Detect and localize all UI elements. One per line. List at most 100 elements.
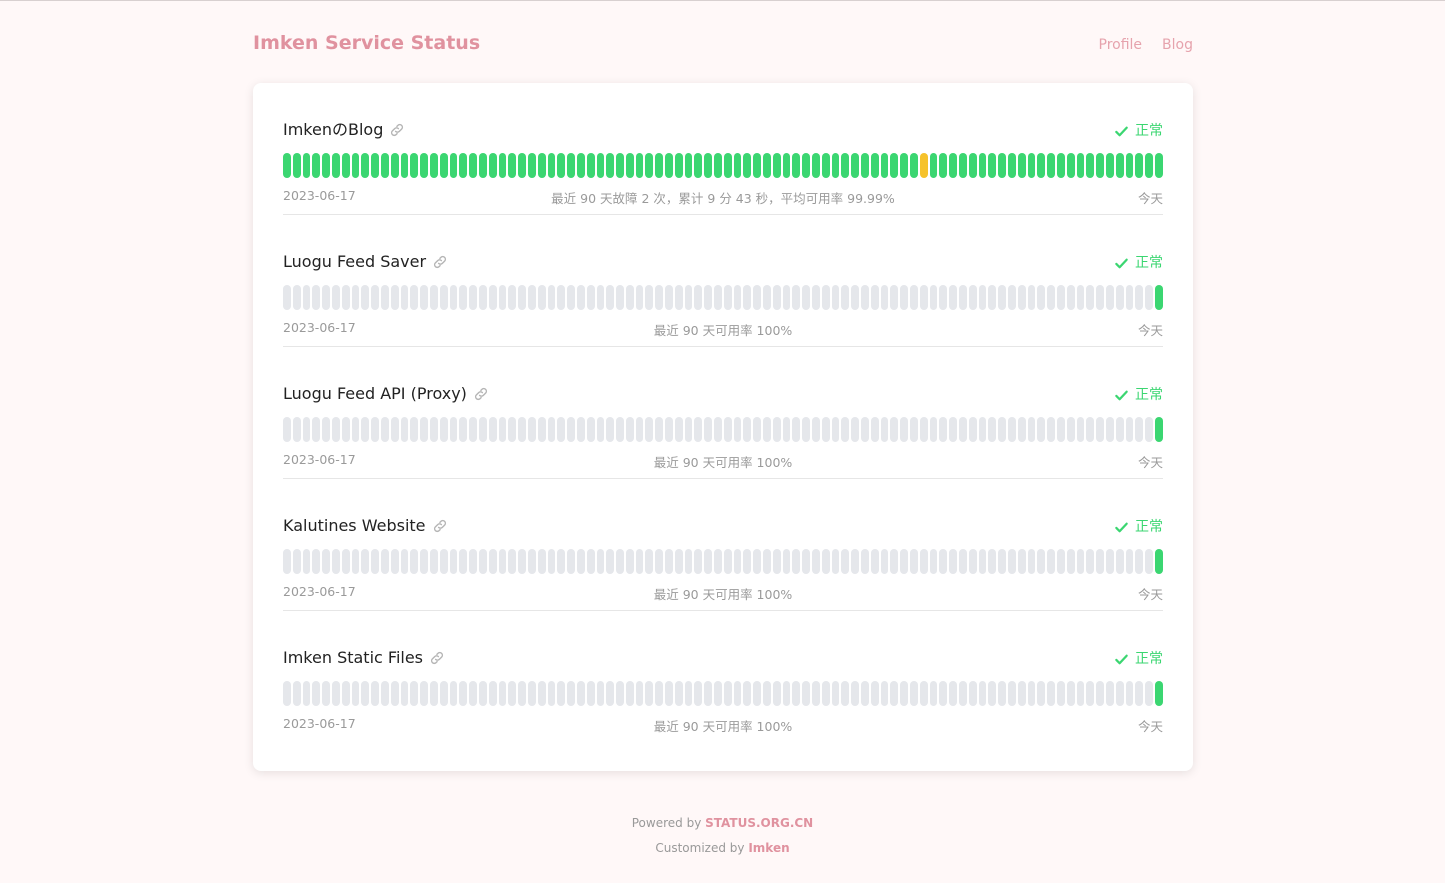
uptime-bar-empty[interactable] — [978, 285, 987, 310]
link-icon[interactable] — [429, 650, 445, 666]
uptime-bar-ok[interactable] — [537, 153, 546, 178]
uptime-bar-empty[interactable] — [1145, 285, 1153, 310]
uptime-bar-empty[interactable] — [557, 681, 566, 706]
uptime-bar-empty[interactable] — [704, 285, 713, 310]
uptime-bar-empty[interactable] — [341, 681, 350, 706]
uptime-bar-empty[interactable] — [1096, 681, 1104, 706]
uptime-bar-ok[interactable] — [655, 153, 664, 178]
uptime-bar-ok[interactable] — [449, 153, 458, 178]
uptime-bar-empty[interactable] — [743, 681, 752, 706]
uptime-bar-ok[interactable] — [733, 153, 742, 178]
uptime-bar-empty[interactable] — [674, 285, 683, 310]
uptime-bar-empty[interactable] — [547, 417, 556, 442]
uptime-bar-empty[interactable] — [694, 417, 703, 442]
uptime-bar-empty[interactable] — [763, 285, 771, 310]
uptime-bar-empty[interactable] — [1076, 549, 1085, 574]
uptime-bar-empty[interactable] — [488, 549, 497, 574]
uptime-bar-empty[interactable] — [714, 549, 722, 574]
uptime-bar-ok[interactable] — [1154, 417, 1163, 442]
uptime-bar-ok[interactable] — [420, 153, 428, 178]
uptime-bar-empty[interactable] — [655, 681, 664, 706]
uptime-bar-empty[interactable] — [322, 549, 330, 574]
uptime-bar-empty[interactable] — [429, 417, 438, 442]
uptime-bar-ok[interactable] — [371, 153, 379, 178]
uptime-bar-empty[interactable] — [890, 417, 899, 442]
uptime-bar-empty[interactable] — [802, 417, 811, 442]
uptime-bar-empty[interactable] — [665, 681, 673, 706]
uptime-bar-empty[interactable] — [704, 417, 713, 442]
uptime-bar-empty[interactable] — [870, 285, 879, 310]
uptime-bar-empty[interactable] — [763, 417, 771, 442]
uptime-bar-empty[interactable] — [508, 417, 517, 442]
uptime-bar-ok[interactable] — [557, 153, 566, 178]
uptime-bar-ok[interactable] — [1115, 153, 1124, 178]
uptime-bar-empty[interactable] — [910, 681, 918, 706]
uptime-bar-empty[interactable] — [527, 417, 536, 442]
uptime-bar-ok[interactable] — [929, 153, 938, 178]
uptime-bar-empty[interactable] — [449, 285, 458, 310]
uptime-bar-ok[interactable] — [1086, 153, 1095, 178]
uptime-bar-empty[interactable] — [1086, 549, 1095, 574]
uptime-bar-empty[interactable] — [635, 285, 644, 310]
uptime-bar-ok[interactable] — [1125, 153, 1134, 178]
uptime-bar-empty[interactable] — [821, 285, 830, 310]
uptime-bar-empty[interactable] — [351, 681, 360, 706]
uptime-bar-empty[interactable] — [292, 417, 301, 442]
uptime-bar-empty[interactable] — [586, 285, 595, 310]
uptime-bar-empty[interactable] — [714, 285, 722, 310]
uptime-bar-empty[interactable] — [616, 681, 624, 706]
uptime-bar-empty[interactable] — [851, 417, 860, 442]
uptime-bar-empty[interactable] — [371, 417, 379, 442]
uptime-bar-empty[interactable] — [439, 417, 448, 442]
uptime-bar-ok[interactable] — [782, 153, 791, 178]
uptime-bar-ok[interactable] — [851, 153, 860, 178]
uptime-bar-empty[interactable] — [439, 681, 448, 706]
uptime-bar-empty[interactable] — [694, 549, 703, 574]
uptime-bar-empty[interactable] — [900, 285, 908, 310]
uptime-bar-empty[interactable] — [518, 681, 526, 706]
uptime-bar-empty[interactable] — [616, 549, 624, 574]
uptime-bar-empty[interactable] — [1007, 549, 1016, 574]
uptime-bar-empty[interactable] — [283, 417, 291, 442]
uptime-bar-empty[interactable] — [410, 549, 419, 574]
uptime-bar-empty[interactable] — [988, 417, 997, 442]
uptime-bar-empty[interactable] — [1017, 681, 1026, 706]
uptime-bar-empty[interactable] — [518, 285, 526, 310]
uptime-bar-empty[interactable] — [518, 549, 526, 574]
uptime-bar-empty[interactable] — [341, 417, 350, 442]
uptime-bar-empty[interactable] — [596, 417, 605, 442]
uptime-bar-empty[interactable] — [478, 681, 487, 706]
uptime-bar-empty[interactable] — [1027, 681, 1036, 706]
uptime-bar-ok[interactable] — [439, 153, 448, 178]
uptime-bar-empty[interactable] — [1076, 681, 1085, 706]
uptime-bar-ok[interactable] — [380, 153, 389, 178]
uptime-bar-empty[interactable] — [802, 549, 811, 574]
uptime-bar-empty[interactable] — [576, 549, 585, 574]
uptime-bar-empty[interactable] — [782, 549, 791, 574]
uptime-bar-ok[interactable] — [283, 153, 291, 178]
uptime-bar-ok[interactable] — [890, 153, 899, 178]
uptime-bar-empty[interactable] — [488, 417, 497, 442]
uptime-bar-empty[interactable] — [576, 417, 585, 442]
uptime-bar-empty[interactable] — [998, 285, 1006, 310]
uptime-bar-ok[interactable] — [1027, 153, 1036, 178]
uptime-bar-empty[interactable] — [547, 285, 556, 310]
uptime-bar-empty[interactable] — [655, 285, 664, 310]
uptime-bar-empty[interactable] — [665, 285, 673, 310]
uptime-bar-ok[interactable] — [1105, 153, 1114, 178]
uptime-bar-empty[interactable] — [1115, 417, 1124, 442]
uptime-bar-empty[interactable] — [694, 285, 703, 310]
uptime-bar-ok[interactable] — [498, 153, 507, 178]
uptime-bar-ok[interactable] — [1007, 153, 1016, 178]
uptime-bar-ok[interactable] — [772, 153, 781, 178]
uptime-bar-empty[interactable] — [1125, 549, 1134, 574]
uptime-bar-empty[interactable] — [1086, 417, 1095, 442]
uptime-bar-empty[interactable] — [821, 549, 830, 574]
uptime-bar-empty[interactable] — [1027, 285, 1036, 310]
uptime-bar-ok[interactable] — [645, 153, 654, 178]
uptime-bar-empty[interactable] — [508, 681, 517, 706]
uptime-bar-empty[interactable] — [420, 681, 428, 706]
uptime-bar-empty[interactable] — [674, 417, 683, 442]
uptime-bar-empty[interactable] — [625, 549, 634, 574]
uptime-bar-empty[interactable] — [998, 681, 1006, 706]
